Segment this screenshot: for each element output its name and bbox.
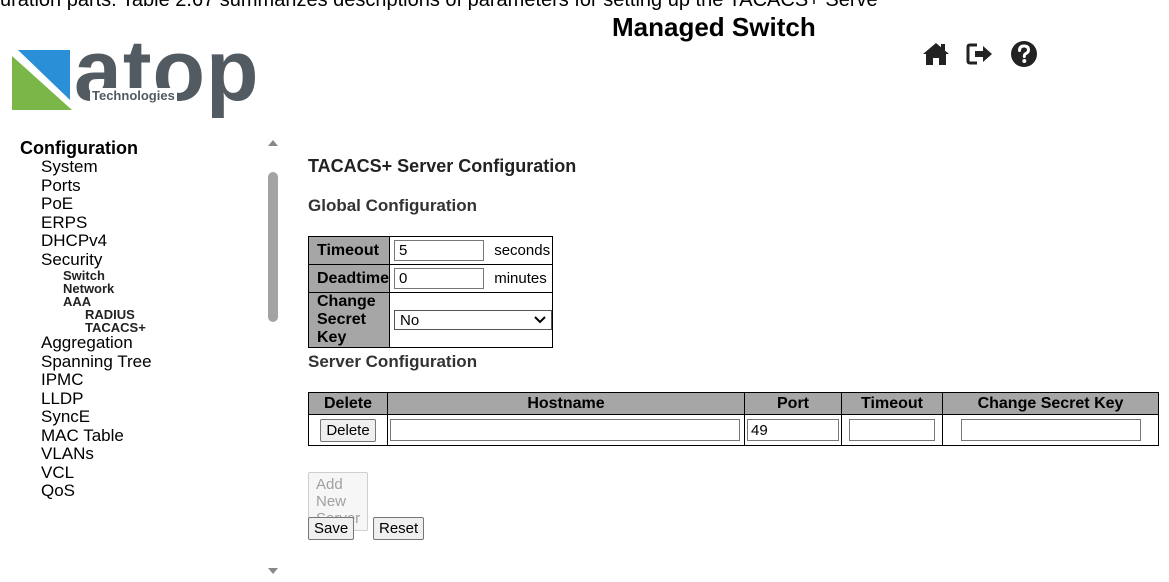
page-title: TACACS+ Server Configuration <box>308 156 577 176</box>
sidebar-item-system[interactable]: System <box>20 157 260 177</box>
delete-button[interactable]: Delete <box>320 418 376 442</box>
col-hostname: Hostname <box>387 392 745 415</box>
sidebar-item-synce[interactable]: SyncE <box>20 407 260 427</box>
sidebar-heading-configuration[interactable]: Configuration <box>20 138 260 158</box>
port-cell <box>744 414 842 446</box>
sidebar-item-lldp[interactable]: LLDP <box>20 389 260 409</box>
col-delete: Delete <box>308 392 388 415</box>
sidebar-item-mac-table[interactable]: MAC Table <box>20 426 260 446</box>
sidebar-nav: Configuration System Ports PoE ERPS DHCPv4 Se… <box>20 138 260 582</box>
timeout-unit: seconds <box>494 242 551 259</box>
sidebar-item-switch[interactable]: Switch <box>20 269 260 282</box>
deadtime-input[interactable] <box>394 268 485 289</box>
sidebar-item-vcl[interactable]: VCL <box>20 463 260 483</box>
sidebar-item-vlans[interactable]: VLANs <box>20 444 260 464</box>
server-config-table: Delete Hostname Port Timeout Change Secr… <box>308 392 1159 446</box>
sidebar-item-erps[interactable]: ERPS <box>20 213 260 233</box>
sidebar-item-qos[interactable]: QoS <box>20 481 260 501</box>
deadtime-unit: minutes <box>494 270 547 287</box>
sidebar-item-aaa[interactable]: AAA <box>20 295 260 308</box>
sidebar-item-network[interactable]: Network <box>20 282 260 295</box>
server-secret-input[interactable] <box>960 419 1141 441</box>
document-text-fragment: uration parts. Table 2.67 summarizes des… <box>0 0 878 11</box>
global-config-table: Timeout seconds Deadtime minutes Change … <box>307 236 554 348</box>
hostname-input[interactable] <box>390 419 740 441</box>
col-port: Port <box>744 392 842 415</box>
sidebar-item-dhcpv4[interactable]: DHCPv4 <box>20 231 260 251</box>
atop-logo: atop Technologies <box>10 23 280 120</box>
logout-icon[interactable] <box>964 38 996 70</box>
logo-subtitle: Technologies <box>90 88 177 103</box>
change-secret-key-label: Change Secret Key <box>307 292 391 348</box>
reset-button[interactable]: Reset <box>373 517 425 540</box>
logo-wordmark: atop <box>74 23 260 119</box>
scroll-down-arrow-icon[interactable] <box>268 568 278 574</box>
col-change-secret-key: Change Secret Key <box>942 392 1159 415</box>
change-secret-key-cell: No <box>389 292 554 348</box>
timeout-label: Timeout <box>307 236 391 265</box>
sidebar-item-security[interactable]: Security <box>20 250 260 270</box>
col-timeout: Timeout <box>841 392 943 415</box>
sidebar-scrollbar[interactable] <box>266 140 280 580</box>
global-config-title: Global Configuration <box>308 196 478 215</box>
scroll-thumb[interactable] <box>268 172 278 322</box>
sidebar-item-aggregation[interactable]: Aggregation <box>20 333 260 353</box>
server-secret-cell <box>942 414 1159 446</box>
scroll-up-arrow-icon[interactable] <box>268 140 278 146</box>
sidebar-item-ipmc[interactable]: IPMC <box>20 370 260 390</box>
deadtime-cell: minutes <box>389 264 554 293</box>
table-row: Delete <box>308 414 1159 446</box>
app-title: Managed Switch <box>612 12 816 42</box>
timeout-cell: seconds <box>389 236 554 265</box>
sidebar-items: System Ports PoE ERPS DHCPv4 Security Switch Ne… <box>20 157 260 501</box>
delete-cell: Delete <box>308 414 388 446</box>
server-timeout-cell <box>841 414 943 446</box>
save-button[interactable]: Save <box>308 517 355 540</box>
deadtime-label: Deadtime <box>307 264 391 293</box>
timeout-input[interactable] <box>394 240 485 261</box>
home-icon[interactable] <box>920 38 952 70</box>
sidebar-item-poe[interactable]: PoE <box>20 194 260 214</box>
atop-logo-mark <box>12 50 72 110</box>
port-input[interactable] <box>747 419 839 441</box>
header-icons <box>920 38 1040 70</box>
server-table-header: Delete Hostname Port Timeout Change Secr… <box>308 392 1159 415</box>
sidebar-item-ports[interactable]: Ports <box>20 176 260 196</box>
hostname-cell <box>387 414 745 446</box>
change-secret-key-value: No <box>400 312 420 329</box>
chevron-down-icon <box>534 316 546 324</box>
help-icon[interactable] <box>1008 38 1040 70</box>
server-timeout-input[interactable] <box>849 419 935 441</box>
sidebar-item-spanning-tree[interactable]: Spanning Tree <box>20 352 260 372</box>
server-config-title: Server Configuration <box>308 352 478 371</box>
change-secret-key-select[interactable]: No <box>394 310 553 330</box>
